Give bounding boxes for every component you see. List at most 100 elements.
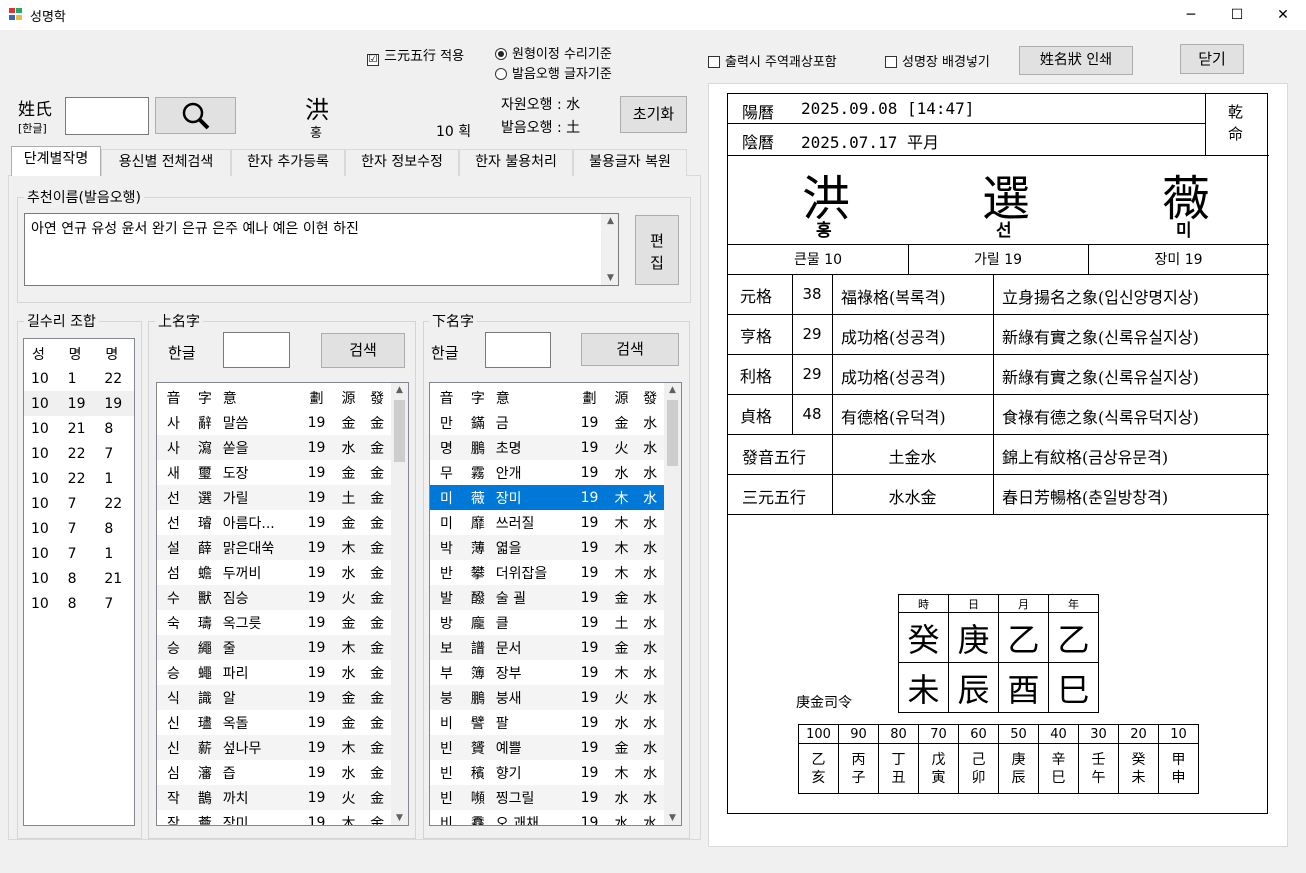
gilsuri-list[interactable]: 성 명 명 10 1 22 10 19 19 10 21 8 10 22 7 10 22 1 10 7 22 10 7 8 10…	[23, 338, 135, 826]
table-row[interactable]: 선 選 가릴 19 土金	[157, 485, 391, 510]
tab-stepwise[interactable]: 단계별작명	[11, 146, 101, 176]
list-item[interactable]: 10 7 8	[24, 516, 134, 541]
table-row[interactable]: 빈 贇 예쁠 19 金水	[430, 735, 664, 760]
table-row[interactable]: 숙 璹 옥그릇 19 金金	[157, 610, 391, 635]
table-row[interactable]: 수 獸 짐승 19 火金	[157, 585, 391, 610]
table-row[interactable]: 설 薛 맑은대쑥 19 木金	[157, 535, 391, 560]
scroll-down-icon[interactable]: ▼	[664, 813, 681, 823]
table-row[interactable]: 보 譜 문서 19 金水	[430, 635, 664, 660]
table-row[interactable]: 새 璽 도장 19 金金	[157, 460, 391, 485]
recommend-textarea[interactable]: 아연 연규 유성 윤서 완기 은규 은주 예나 예은 이현 하진 ▲ ▼	[24, 213, 619, 286]
table-cell: 빈	[440, 765, 453, 782]
upper-search-button[interactable]: 검색	[321, 333, 405, 368]
upper-hanja-list[interactable]: 音字意劃源發 사 辭 말씀 19 金金 사 瀉 쏟을 19 水金 새 璽 도장 19 金金 선 選 가릴 19 土金 선 璿…	[156, 382, 409, 826]
table-cell: 사	[157, 435, 190, 460]
scroll-down-icon[interactable]: ▼	[602, 273, 619, 283]
daeun-age: 30	[1078, 724, 1119, 744]
table-cell: 알	[219, 685, 300, 710]
print-juyeok-checkbox[interactable]: 출력시 주역괘상포함	[708, 51, 837, 70]
radio-wonhyeong[interactable]: 원형이정 수리기준	[495, 43, 612, 62]
table-row[interactable]: 승 蠅 파리 19 水金	[157, 660, 391, 685]
list-item[interactable]: 10 7 1	[24, 541, 134, 566]
background-checkbox[interactable]: 성명장 배경넣기	[885, 51, 990, 70]
list-item[interactable]: 10 19 19	[24, 391, 134, 416]
table-cell: 옥돌	[222, 715, 249, 732]
table-row[interactable]: 승 繩 줄 19 木金	[157, 635, 391, 660]
edit-button[interactable]: 편 집	[635, 215, 679, 285]
table-cell: 신	[157, 735, 190, 760]
table-row[interactable]: 발醱술 괼 19 金水	[430, 585, 664, 610]
table-row[interactable]: 식 識 알 19 金金	[157, 685, 391, 710]
table-row[interactable]: 비 譬 팔 19 水水	[430, 710, 664, 735]
table-row[interactable]: 작 鵲 까치 19 火金	[157, 785, 391, 810]
list-item[interactable]: 10 21 8	[24, 416, 134, 441]
table-row[interactable]: 신 薪 섶나무 19 木金	[157, 735, 391, 760]
surname-input[interactable]	[65, 97, 149, 135]
list-item[interactable]: 10 1 22	[24, 366, 134, 391]
saju-branch: 辰	[948, 662, 999, 713]
table-row[interactable]: 비 馫 오 괘채 19 水 水	[430, 810, 664, 826]
scroll-down-icon[interactable]: ▼	[391, 813, 408, 823]
lower-scrollbar[interactable]: ▲ ▼	[664, 383, 681, 825]
list-item[interactable]: 10 7 22	[24, 491, 134, 516]
table-row[interactable]: 빈 穦 향기 19 木水	[430, 760, 664, 785]
radio-icon	[495, 68, 507, 80]
lower-search-button[interactable]: 검색	[581, 333, 679, 366]
scroll-up-icon[interactable]: ▲	[664, 385, 681, 395]
list-item[interactable]: 10 22 7	[24, 441, 134, 466]
table-row[interactable]: 빈 嚬 찡그릴 19 水水	[430, 785, 664, 810]
print-button[interactable]: 姓名狀 인쇄	[1019, 46, 1133, 75]
maximize-button[interactable]: ☐	[1214, 0, 1260, 30]
upper-hangul-input[interactable]	[223, 332, 290, 368]
surname-search-button[interactable]	[155, 97, 236, 134]
sanwon-checkbox[interactable]: ☑ 三元五行 적용	[367, 45, 464, 66]
tab-add-hanja[interactable]: 한자 추가등록	[231, 149, 345, 176]
recommend-scrollbar[interactable]: ▲ ▼	[601, 214, 618, 285]
daeun-pillar: 辛巳	[1038, 743, 1079, 794]
table-row[interactable]: 방 龐 클 19 土水	[430, 610, 664, 635]
table-row[interactable]: 만 鏋 금 19 金水	[430, 410, 664, 435]
tab-disable-hanja[interactable]: 한자 불용처리	[459, 149, 573, 176]
tab-edit-hanja[interactable]: 한자 정보수정	[345, 149, 459, 176]
lower-hangul-input[interactable]	[485, 332, 551, 368]
scroll-up-icon[interactable]: ▲	[391, 385, 408, 395]
table-cell: 사	[167, 415, 180, 432]
table-row[interactable]: 무 霧 안개 19 水水	[430, 460, 664, 485]
table-row[interactable]: 신 璶 옥돌 19 金金	[157, 710, 391, 735]
list-item[interactable]: 10 22 1	[24, 466, 134, 491]
table-row[interactable]: 반 攀 더위잡을 19 木水	[430, 560, 664, 585]
close-window-button[interactable]: ✕	[1260, 0, 1306, 30]
recommend-text: 아연 연규 유성 윤서 완기 은규 은주 예나 예은 이현 하진	[31, 221, 359, 237]
list-item[interactable]: 10 8 21	[24, 566, 134, 591]
tab-yongsin-search[interactable]: 용신별 전체검색	[101, 149, 231, 176]
table-cell: 승	[167, 665, 180, 682]
scroll-thumb[interactable]	[394, 400, 405, 462]
table-row[interactable]: 작 蘥 장미 19 木 金	[157, 810, 391, 826]
table-cell: 水	[606, 785, 637, 810]
table-row[interactable]: 붕 鵬 붕새 19 火水	[430, 685, 664, 710]
table-row[interactable]: 사 瀉 쏟을 19 水金	[157, 435, 391, 460]
daeun-branch: 寅	[931, 769, 946, 786]
table-row[interactable]: 사 辭 말씀 19 金金	[157, 410, 391, 435]
list-header: 성명명	[24, 341, 134, 366]
table-row[interactable]: 섬 蟾 두꺼비 19 水金	[157, 560, 391, 585]
close-button[interactable]: 닫기	[1180, 44, 1244, 74]
reset-button[interactable]: 초기화	[620, 96, 687, 133]
upper-scrollbar[interactable]: ▲ ▼	[391, 383, 408, 825]
scroll-thumb[interactable]	[667, 400, 678, 466]
tab-restore-hanja[interactable]: 불용글자 복원	[573, 149, 687, 176]
table-row[interactable]: 박 薄 엷을 19 木水	[430, 535, 664, 560]
table-row[interactable]: 미 靡 쓰러질 19 木水	[430, 510, 664, 535]
scroll-up-icon[interactable]: ▲	[602, 216, 619, 226]
table-row[interactable]: 부 簿 장부 19 木水	[430, 660, 664, 685]
daeun-pillar: 庚辰	[998, 743, 1039, 794]
list-item[interactable]: 10 8 7	[24, 591, 134, 616]
lower-hanja-list[interactable]: 音字意劃源發 만 鏋 금 19 金水 명 鵬 초명 19 火水 무 霧 안개 19 水水 미 薇 장미 19 木水 미 靡 쓰…	[429, 382, 682, 826]
table-row[interactable]: 심 瀋 즙 19 水金	[157, 760, 391, 785]
table-cell: 짐승	[219, 585, 300, 610]
radio-balum[interactable]: 발음오행 글자기준	[495, 63, 612, 82]
minimize-button[interactable]: ─	[1168, 0, 1214, 30]
table-row[interactable]: 선 璿 아름다... 19 金金	[157, 510, 391, 535]
table-row[interactable]: 미 薇 장미 19 木水	[430, 485, 664, 510]
table-row[interactable]: 명 鵬 초명 19 火水	[430, 435, 664, 460]
